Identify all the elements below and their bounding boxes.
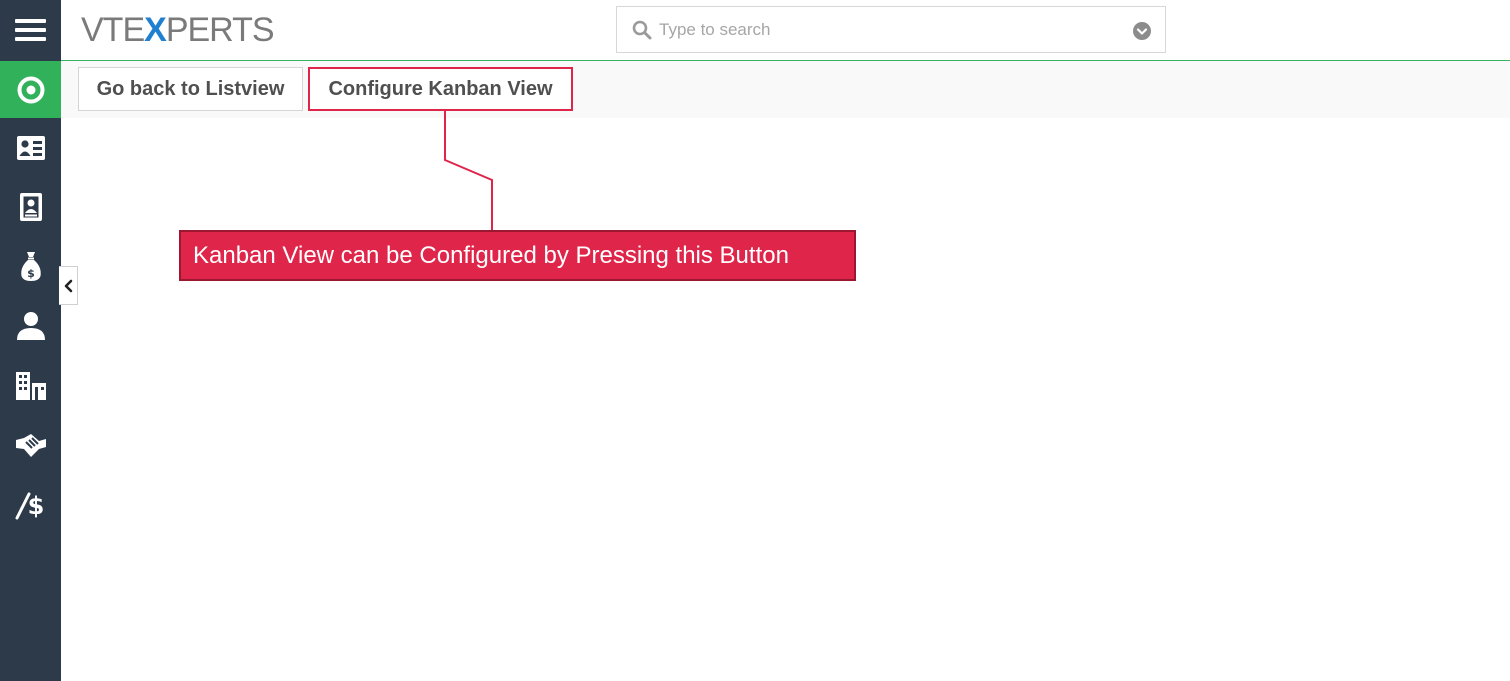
buildings-icon <box>15 372 46 400</box>
money-bag-icon: $ <box>20 252 41 281</box>
user-icon <box>16 312 45 340</box>
sidebar-item-address-book[interactable] <box>0 178 61 236</box>
menu-icon[interactable] <box>0 0 61 60</box>
global-search <box>616 6 1166 53</box>
left-sidebar: $ $ <box>0 0 61 681</box>
go-back-to-listview-button[interactable]: Go back to Listview <box>78 67 303 111</box>
annotation-callout: Kanban View can be Configured by Pressin… <box>179 230 856 281</box>
sidebar-item-home[interactable] <box>0 61 61 118</box>
configure-kanban-view-button[interactable]: Configure Kanban View <box>308 67 573 111</box>
annotation-text: Kanban View can be Configured by Pressin… <box>193 241 789 269</box>
chevron-left-icon <box>64 279 73 292</box>
sidebar-collapse-toggle[interactable] <box>59 266 78 305</box>
search-icon <box>632 20 652 40</box>
chevron-down-icon[interactable] <box>1133 22 1151 40</box>
svg-text:$: $ <box>27 492 44 520</box>
search-input[interactable] <box>657 16 1117 44</box>
target-icon <box>17 76 44 103</box>
address-book-icon <box>19 193 42 221</box>
sidebar-item-organizations[interactable] <box>0 357 61 415</box>
contact-card-icon <box>16 136 45 160</box>
sidebar-item-deals[interactable] <box>0 416 61 474</box>
handshake-icon <box>15 434 46 457</box>
pricing-icon: $ <box>15 492 44 520</box>
sidebar-item-contacts-card[interactable] <box>0 119 61 177</box>
sidebar-item-pricing[interactable]: $ <box>0 476 61 534</box>
sidebar-item-contacts[interactable] <box>0 297 61 355</box>
svg-text:$: $ <box>27 267 35 280</box>
kanban-toolbar: Go back to Listview Configure Kanban Vie… <box>61 61 1510 118</box>
top-header: VTEXPERTS <box>61 0 1510 61</box>
vtexperts-logo[interactable]: VTEXPERTS <box>81 10 275 50</box>
sidebar-item-opportunities[interactable]: $ <box>0 237 61 295</box>
